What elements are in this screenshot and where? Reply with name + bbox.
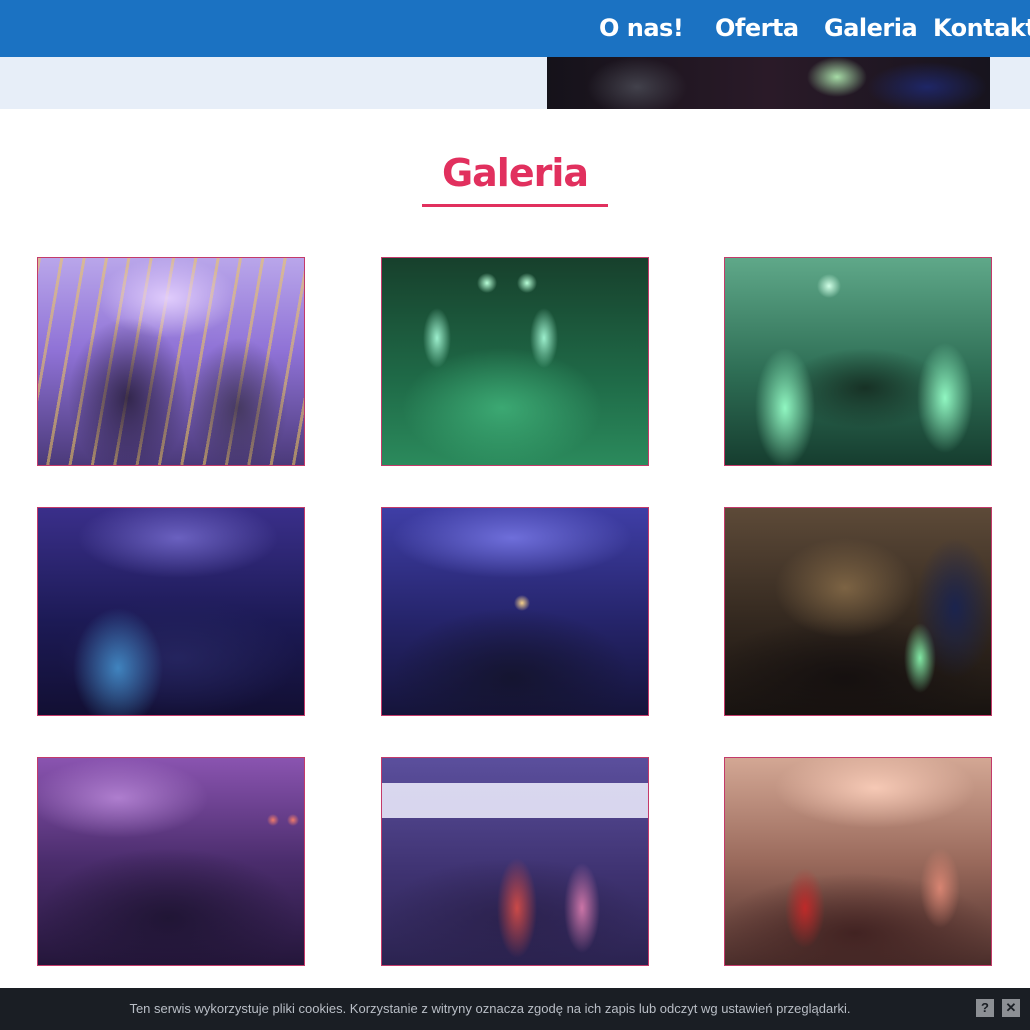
gallery-photo[interactable] xyxy=(37,757,305,966)
gallery-photo[interactable] xyxy=(37,507,305,716)
nav-link-kontakt[interactable]: Kontakt xyxy=(933,12,1030,44)
top-navigation: O nas! Oferta Galeria Kontakt xyxy=(0,0,1030,57)
page-title: Galeria xyxy=(441,151,589,195)
title-underline xyxy=(422,204,608,207)
cookie-notice-text: Ten serwis wykorzystuje pliki cookies. K… xyxy=(129,1001,851,1016)
close-icon[interactable]: ✕ xyxy=(1002,999,1020,1017)
cookie-banner: Ten serwis wykorzystuje pliki cookies. K… xyxy=(0,988,1030,1030)
nav-link-o-nas[interactable]: O nas! xyxy=(599,12,684,44)
help-icon[interactable]: ? xyxy=(976,999,994,1017)
gallery-photo[interactable] xyxy=(381,507,649,716)
gallery-photo[interactable] xyxy=(724,757,992,966)
nav-link-oferta[interactable]: Oferta xyxy=(715,12,799,44)
gallery-photo[interactable] xyxy=(381,757,649,966)
header-banner-photo xyxy=(547,57,990,109)
gallery-photo[interactable] xyxy=(37,257,305,466)
gallery-photo[interactable] xyxy=(724,507,992,716)
gallery-photo[interactable] xyxy=(724,257,992,466)
gallery-photo[interactable] xyxy=(381,257,649,466)
nav-link-galeria[interactable]: Galeria xyxy=(824,12,918,44)
